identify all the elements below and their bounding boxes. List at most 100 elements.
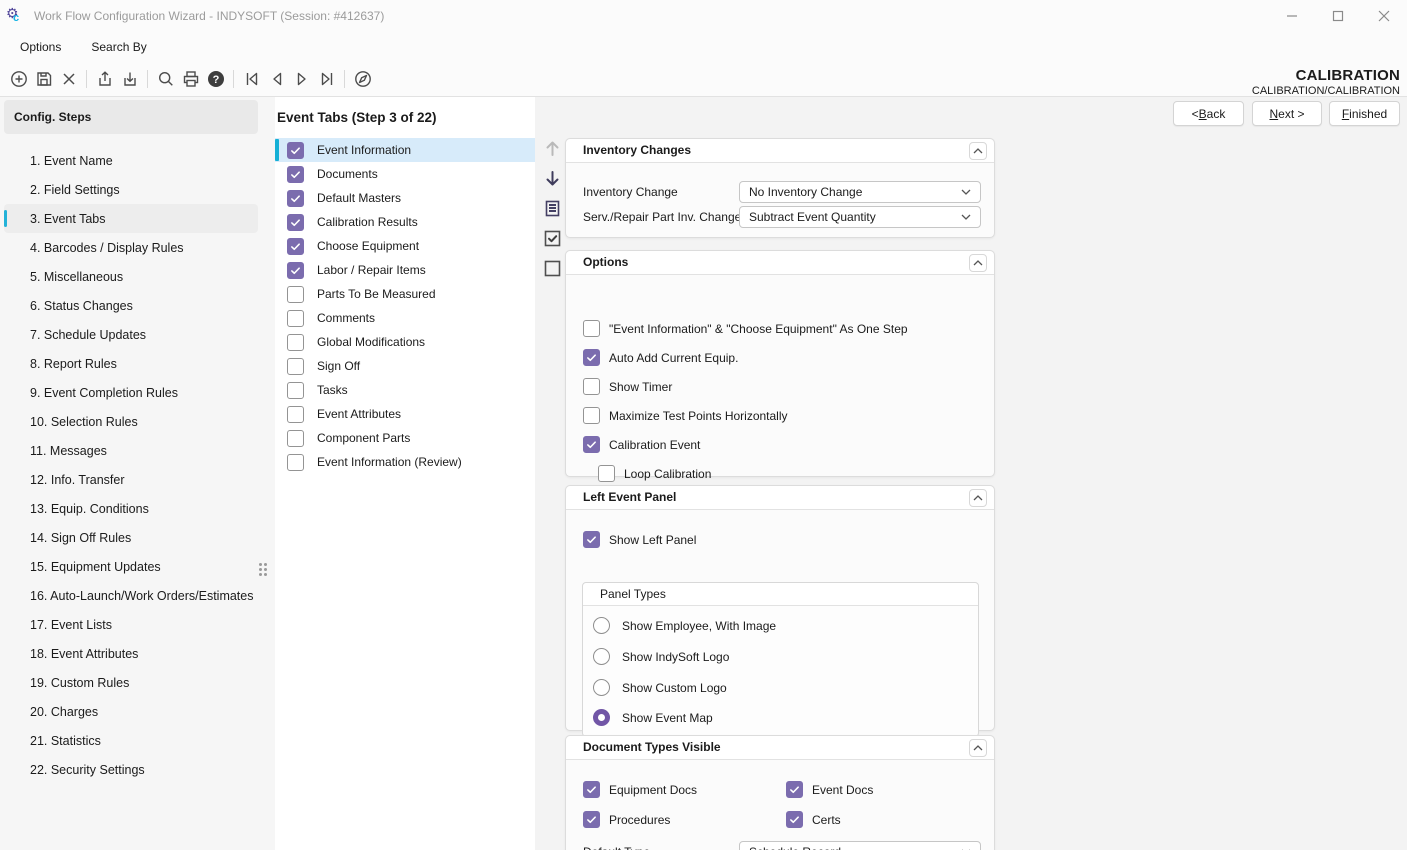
sidebar-item-event-attributes[interactable]: 18. Event Attributes: [4, 639, 258, 668]
sidebar-item-report-rules[interactable]: 8. Report Rules: [4, 349, 258, 378]
sidebar-item-event-tabs[interactable]: 3. Event Tabs: [4, 204, 258, 233]
first-icon[interactable]: [239, 66, 264, 92]
collapse-icon[interactable]: [969, 254, 987, 272]
close-button[interactable]: [1361, 0, 1407, 32]
tab-row-global-modifications[interactable]: Global Modifications: [275, 330, 535, 354]
checkbox[interactable]: [583, 531, 600, 548]
radio-button[interactable]: [593, 709, 610, 726]
sidebar-item-security-settings[interactable]: 22. Security Settings: [4, 755, 258, 784]
sidebar-item-statistics[interactable]: 21. Statistics: [4, 726, 258, 755]
tab-row-labor-repair-items[interactable]: Labor / Repair Items: [275, 258, 535, 282]
next-button[interactable]: Next >: [1252, 101, 1322, 126]
tab-checkbox[interactable]: [287, 358, 304, 375]
tab-checkbox[interactable]: [287, 430, 304, 447]
tab-row-event-information[interactable]: Event Information: [275, 138, 535, 162]
tab-row-default-masters[interactable]: Default Masters: [275, 186, 535, 210]
add-icon[interactable]: [6, 66, 31, 92]
tab-row-calibration-results[interactable]: Calibration Results: [275, 210, 535, 234]
sidebar-item-status-changes[interactable]: 6. Status Changes: [4, 291, 258, 320]
check-all-icon[interactable]: [540, 226, 564, 250]
last-icon[interactable]: [314, 66, 339, 92]
save-icon[interactable]: [31, 66, 56, 92]
sidebar-item-event-lists[interactable]: 17. Event Lists: [4, 610, 258, 639]
collapse-icon[interactable]: [969, 489, 987, 507]
uncheck-all-icon[interactable]: [540, 256, 564, 280]
default-type-select[interactable]: Schedule Record: [739, 841, 981, 850]
checkbox[interactable]: [786, 811, 803, 828]
checkbox[interactable]: [583, 407, 600, 424]
tab-row-tasks[interactable]: Tasks: [275, 378, 535, 402]
sidebar-item-schedule-updates[interactable]: 7. Schedule Updates: [4, 320, 258, 349]
checkbox[interactable]: [583, 320, 600, 337]
import-icon[interactable]: [117, 66, 142, 92]
sidebar-item-equipment-updates[interactable]: 15. Equipment Updates: [4, 552, 258, 581]
maximize-button[interactable]: [1315, 0, 1361, 32]
checkbox[interactable]: [598, 465, 615, 482]
sidebar-item-charges[interactable]: 20. Charges: [4, 697, 258, 726]
tab-checkbox[interactable]: [287, 382, 304, 399]
tab-row-event-information-review[interactable]: Event Information (Review): [275, 450, 535, 474]
sidebar-item-field-settings[interactable]: 2. Field Settings: [4, 175, 258, 204]
sidebar-item-event-name[interactable]: 1. Event Name: [4, 146, 258, 175]
tab-row-documents[interactable]: Documents: [275, 162, 535, 186]
tab-row-choose-equipment[interactable]: Choose Equipment: [275, 234, 535, 258]
sidebar-item-miscellaneous[interactable]: 5. Miscellaneous: [4, 262, 258, 291]
sidebar-item-auto-launch[interactable]: 16. Auto-Launch/Work Orders/Estimates: [4, 581, 258, 610]
tab-checkbox[interactable]: [287, 286, 304, 303]
serv-repair-select[interactable]: Subtract Event Quantity: [739, 206, 981, 228]
move-up-icon[interactable]: [540, 136, 564, 160]
tab-checkbox[interactable]: [287, 262, 304, 279]
checkbox[interactable]: [583, 436, 600, 453]
tab-checkbox[interactable]: [287, 238, 304, 255]
sidebar-item-equip-conditions[interactable]: 13. Equip. Conditions: [4, 494, 258, 523]
radio-button[interactable]: [593, 617, 610, 634]
radio-button[interactable]: [593, 648, 610, 665]
search-icon[interactable]: [153, 66, 178, 92]
sidebar-item-info-transfer[interactable]: 12. Info. Transfer: [4, 465, 258, 494]
next-icon[interactable]: [289, 66, 314, 92]
splitter-grip-icon[interactable]: [259, 563, 262, 566]
tab-checkbox[interactable]: [287, 190, 304, 207]
collapse-icon[interactable]: [969, 142, 987, 160]
sidebar-item-barcodes[interactable]: 4. Barcodes / Display Rules: [4, 233, 258, 262]
checkbox[interactable]: [583, 349, 600, 366]
sidebar-item-event-completion-rules[interactable]: 9. Event Completion Rules: [4, 378, 258, 407]
collapse-icon[interactable]: [969, 739, 987, 757]
sidebar-item-sign-off-rules[interactable]: 14. Sign Off Rules: [4, 523, 258, 552]
tab-checkbox[interactable]: [287, 166, 304, 183]
delete-icon[interactable]: [56, 66, 81, 92]
help-icon[interactable]: ?: [203, 66, 228, 92]
sidebar-item-selection-rules[interactable]: 10. Selection Rules: [4, 407, 258, 436]
checkbox[interactable]: [583, 811, 600, 828]
tab-checkbox[interactable]: [287, 310, 304, 327]
menu-search-by[interactable]: Search By: [81, 34, 156, 60]
tab-row-event-attributes[interactable]: Event Attributes: [275, 402, 535, 426]
minimize-button[interactable]: [1269, 0, 1315, 32]
compass-icon[interactable]: [350, 66, 375, 92]
print-icon[interactable]: [178, 66, 203, 92]
checkbox[interactable]: [786, 781, 803, 798]
tab-row-comments[interactable]: Comments: [275, 306, 535, 330]
menu-options[interactable]: Options: [10, 34, 71, 60]
tab-checkbox[interactable]: [287, 214, 304, 231]
tab-checkbox[interactable]: [287, 334, 304, 351]
sidebar-item-custom-rules[interactable]: 19. Custom Rules: [4, 668, 258, 697]
tab-checkbox[interactable]: [287, 142, 304, 159]
back-button[interactable]: < Back: [1173, 101, 1244, 126]
inventory-change-select[interactable]: No Inventory Change: [739, 181, 981, 203]
tab-row-sign-off[interactable]: Sign Off: [275, 354, 535, 378]
document-list-icon[interactable]: [540, 196, 564, 220]
move-down-icon[interactable]: [540, 166, 564, 190]
export-icon[interactable]: [92, 66, 117, 92]
tab-checkbox[interactable]: [287, 454, 304, 471]
radio-button[interactable]: [593, 679, 610, 696]
checkbox[interactable]: [583, 378, 600, 395]
tab-row-parts-to-be-measured[interactable]: Parts To Be Measured: [275, 282, 535, 306]
finished-button[interactable]: Finished: [1329, 101, 1400, 126]
tab-row-component-parts[interactable]: Component Parts: [275, 426, 535, 450]
sidebar-item-messages[interactable]: 11. Messages: [4, 436, 258, 465]
radio-label: Show Event Map: [622, 711, 713, 725]
tab-checkbox[interactable]: [287, 406, 304, 423]
previous-icon[interactable]: [264, 66, 289, 92]
checkbox[interactable]: [583, 781, 600, 798]
